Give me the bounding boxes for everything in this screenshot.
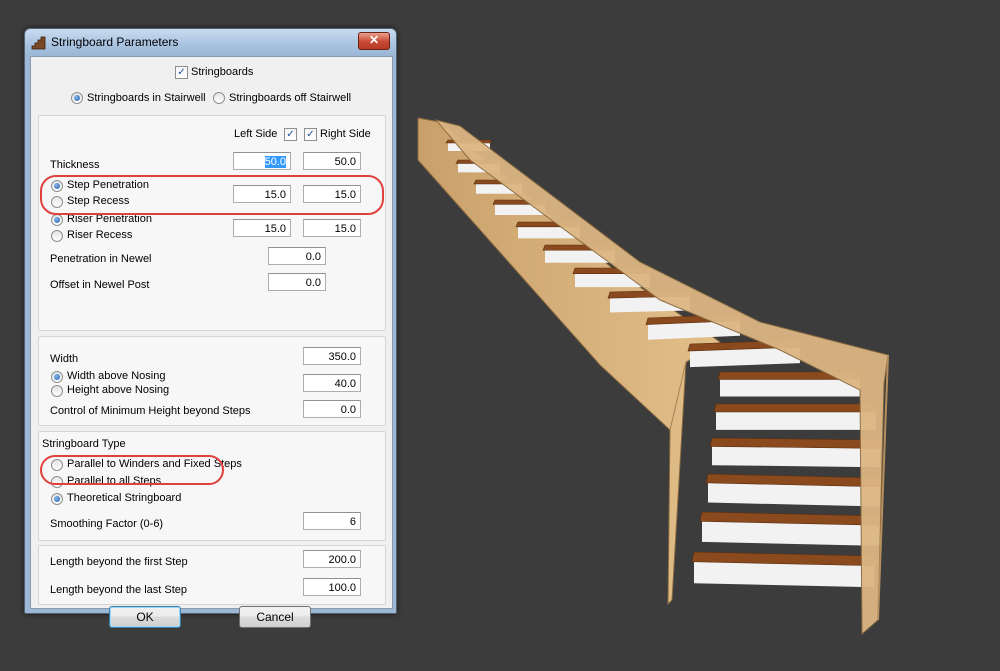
length-first-input[interactable]: 200.0 [303,550,361,568]
dialog-body: ✓ Stringboards Stringboards in Stairwell… [30,56,393,628]
length-last-label: Length beyond the last Step [50,584,187,596]
theoretical-highlight-ellipse [40,455,224,485]
off-stairwell-label: Stringboards off Stairwell [229,92,352,104]
length-first-label: Length beyond the first Step [50,556,188,568]
length-last-input[interactable]: 100.0 [303,578,361,596]
title-bar[interactable]: Stringboard Parameters ✕ [25,29,396,55]
smoothing-label: Smoothing Factor (0-6) [50,518,164,530]
theoretical-label: Theoretical Stringboard [67,492,182,504]
theoretical-radio[interactable] [51,493,63,505]
close-button[interactable]: ✕ [358,32,390,50]
riser [716,411,876,430]
cancel-button[interactable]: Cancel [239,606,311,628]
sides-group: Left Side ✓ ✓ Right Side Thickness 50.0 … [38,115,386,331]
riser [702,521,880,546]
min-height-label: Control of Minimum Height beyond Steps [50,405,251,417]
off-stairwell-radio[interactable] [213,92,225,104]
dimensions-group: Width 350.0 Width above Nosing Height ab… [38,336,386,426]
in-stairwell-radio[interactable] [71,92,83,104]
lengths-group: Length beyond the first Step 200.0 Lengt… [38,545,386,605]
left-side-label: Left Side [234,128,278,140]
riser-recess-label: Riser Recess [67,229,133,241]
tread [713,403,879,413]
riser-recess-radio[interactable] [51,230,63,242]
height-above-nosing-radio[interactable] [51,385,63,397]
width-above-nosing-label: Width above Nosing [67,370,166,382]
stringboard-type-group: Stringboard Type Parallel to Winders and… [38,431,386,541]
ok-button[interactable]: OK [109,606,181,628]
width-input[interactable]: 350.0 [303,347,361,365]
stringboards-checkbox[interactable]: ✓ [175,66,188,79]
thickness-left-input[interactable]: 50.0 [233,152,291,170]
smoothing-input[interactable]: 6 [303,512,361,530]
right-side-checkbox[interactable]: ✓ [304,128,317,141]
nosing-input[interactable]: 40.0 [303,374,361,392]
tread [709,437,883,449]
staircase-3d-render [417,117,889,636]
stringboards-label: Stringboards [191,66,254,78]
offset-newel-label: Offset in Newel Post [50,279,150,291]
window-title: Stringboard Parameters [51,35,179,49]
step-highlight-ellipse [40,175,384,215]
riser-left-input[interactable]: 15.0 [233,219,291,237]
height-above-nosing-label: Height above Nosing [67,384,170,396]
stringboard-type-header: Stringboard Type [42,438,126,450]
left-side-checkbox[interactable]: ✓ [284,128,297,141]
penetration-newel-label: Penetration in Newel [50,253,152,265]
offset-newel-input[interactable]: 0.0 [268,273,326,291]
stairs-app-icon [31,36,46,50]
right-side-label: Right Side [320,128,371,140]
riser-right-input[interactable]: 15.0 [303,219,361,237]
width-above-nosing-radio[interactable] [51,371,63,383]
width-label: Width [50,353,79,365]
riser-penetration-radio[interactable] [51,214,63,226]
penetration-newel-input[interactable]: 0.0 [268,247,326,265]
in-stairwell-label: Stringboards in Stairwell [87,92,206,104]
riser [720,379,860,397]
riser [712,446,880,468]
riser [694,561,874,588]
min-height-input[interactable]: 0.0 [303,400,361,418]
stringboard-dialog: Stringboard Parameters ✕ ✓ Stringboards … [24,28,397,628]
thickness-right-input[interactable]: 50.0 [303,152,361,170]
far-stringer [417,117,721,606]
thickness-label: Thickness [50,159,100,171]
